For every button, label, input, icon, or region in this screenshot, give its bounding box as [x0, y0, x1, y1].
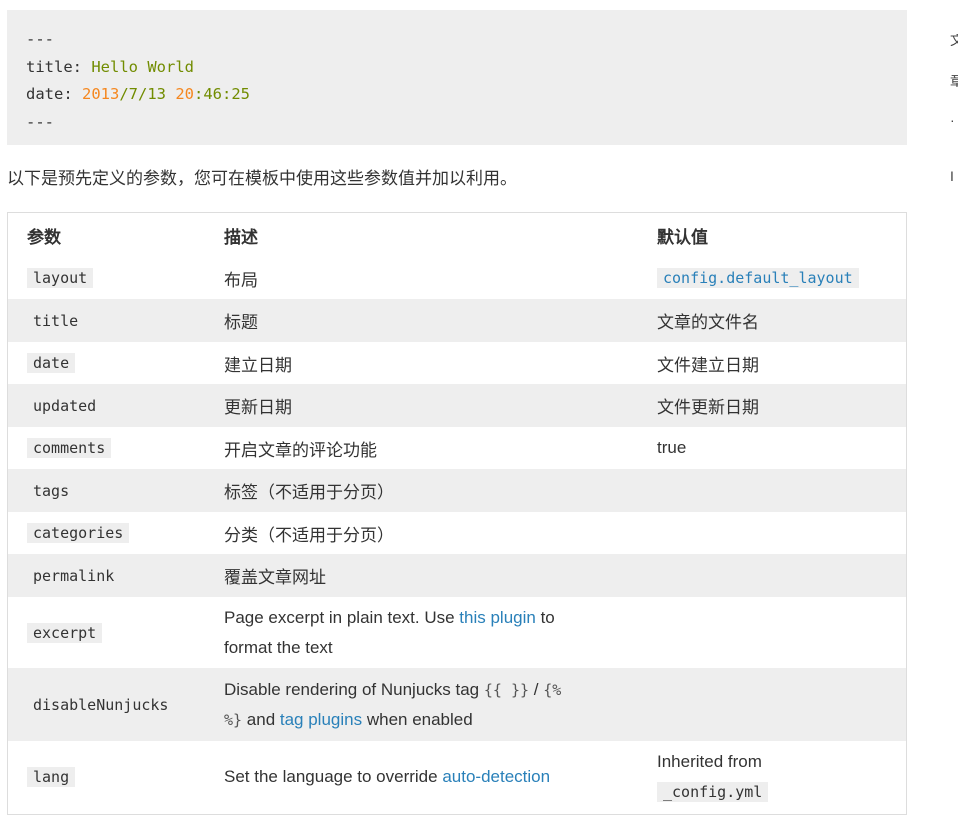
intro-paragraph: 以下是预先定义的参数，您可在模板中使用这些参数值并加以利用。: [7, 169, 517, 188]
table-row: layout 布局 config.default_layout: [8, 257, 906, 299]
param-code: title: [27, 310, 85, 331]
desc-text: when enabled: [362, 709, 473, 729]
param-code: tags: [27, 480, 76, 501]
param-code: updated: [27, 395, 103, 416]
default-cell: 文章的文件名: [657, 313, 759, 332]
desc-cell: 布局: [224, 270, 258, 290]
default-text: Inherited from: [657, 752, 762, 771]
sidebar-fragment: 章: [950, 75, 958, 87]
table-row: comments 开启文章的评论功能 true: [8, 427, 906, 469]
default-cell: [657, 597, 902, 668]
sidebar-fragment: 文: [950, 34, 958, 46]
table-row: date 建立日期 文件建立日期: [8, 342, 906, 384]
code-number: 20: [175, 85, 194, 103]
default-code: config.default_layout: [657, 268, 859, 288]
default-cell: [657, 554, 902, 597]
param-code: lang: [27, 767, 76, 787]
table-row: categories 分类（不适用于分页）: [8, 512, 906, 554]
param-code: layout: [27, 268, 94, 288]
table-row: tags 标签（不适用于分页）: [8, 469, 906, 512]
code-string: /7/13: [119, 85, 176, 103]
desc-cell: 建立日期: [224, 355, 292, 375]
param-code: comments: [27, 438, 112, 458]
code-string: :46:25: [194, 85, 250, 103]
desc-text: Set the language to override: [224, 767, 443, 786]
desc-cell: 标题: [224, 313, 258, 332]
code-line: title: Hello World: [26, 54, 888, 82]
tag-plugins-link[interactable]: tag plugins: [280, 710, 362, 729]
default-cell: [657, 512, 902, 554]
param-code: disableNunjucks: [27, 694, 175, 715]
param-code: excerpt: [27, 622, 103, 643]
header-param: 参数: [27, 227, 61, 247]
code-key: title:: [26, 57, 92, 76]
table-row: permalink 覆盖文章网址: [8, 554, 906, 597]
header-default: 默认值: [657, 227, 708, 247]
this-plugin-link[interactable]: this plugin: [459, 608, 536, 627]
code-number: 2013: [82, 85, 120, 103]
desc-cell: 标签（不适用于分页）: [224, 483, 394, 502]
desc-text: Page excerpt in plain text. Use: [224, 607, 460, 627]
default-cell: [657, 668, 902, 741]
table-row: title 标题 文章的文件名: [8, 299, 906, 342]
table-row: excerpt Page excerpt in plain text. Use …: [8, 597, 906, 668]
inline-code: %}: [224, 710, 243, 729]
sidebar-fragment: I: [950, 170, 954, 182]
default-cell: true: [657, 438, 687, 457]
auto-detection-link[interactable]: auto-detection: [442, 767, 550, 786]
code-line: ---: [26, 30, 54, 48]
default-code: _config.yml: [657, 782, 769, 802]
default-cell: 文件建立日期: [657, 355, 759, 375]
code-string: Hello World: [91, 57, 194, 76]
code-line: date: 2013/7/13 20:46:25: [26, 81, 888, 109]
default-cell: [657, 469, 902, 512]
desc-cell: 覆盖文章网址: [224, 568, 326, 587]
inline-code: {%: [543, 680, 562, 699]
desc-cell: Page excerpt in plain text. Use this plu…: [224, 603, 555, 663]
desc-text: to: [535, 607, 555, 627]
table-row: disableNunjucks Disable rendering of Nun…: [8, 668, 906, 741]
table-row: updated 更新日期 文件更新日期: [8, 384, 906, 427]
desc-cell: Disable rendering of Nunjucks tag {{ }} …: [224, 675, 561, 735]
table-header-row: 参数 描述 默认值: [8, 213, 906, 257]
param-code: permalink: [27, 565, 121, 586]
table-row: lang Set the language to override auto-d…: [8, 741, 906, 813]
desc-text: format the text: [224, 637, 333, 657]
code-line: ---: [26, 112, 54, 131]
sidebar-fragment: ·: [950, 114, 955, 126]
desc-text: Disable rendering of Nunjucks tag: [224, 679, 484, 699]
param-code: categories: [27, 523, 130, 543]
parameters-table: 参数 描述 默认值 layout 布局 config.default_layou…: [7, 212, 907, 815]
inline-code: {{ }}: [483, 680, 530, 699]
default-cell: Inherited from _config.yml: [657, 747, 769, 807]
desc-cell: 分类（不适用于分页）: [224, 525, 394, 545]
param-code: date: [27, 353, 76, 373]
desc-text: /: [529, 679, 544, 699]
code-key: date:: [26, 85, 82, 103]
front-matter-code-block: --- title: Hello World date: 2013/7/13 2…: [7, 10, 907, 145]
default-cell: 文件更新日期: [657, 398, 759, 417]
desc-cell: 更新日期: [224, 398, 292, 417]
header-desc: 描述: [224, 227, 258, 247]
desc-cell: 开启文章的评论功能: [224, 440, 377, 460]
desc-text: and: [242, 709, 280, 729]
desc-cell: Set the language to override auto-detect…: [224, 767, 550, 787]
